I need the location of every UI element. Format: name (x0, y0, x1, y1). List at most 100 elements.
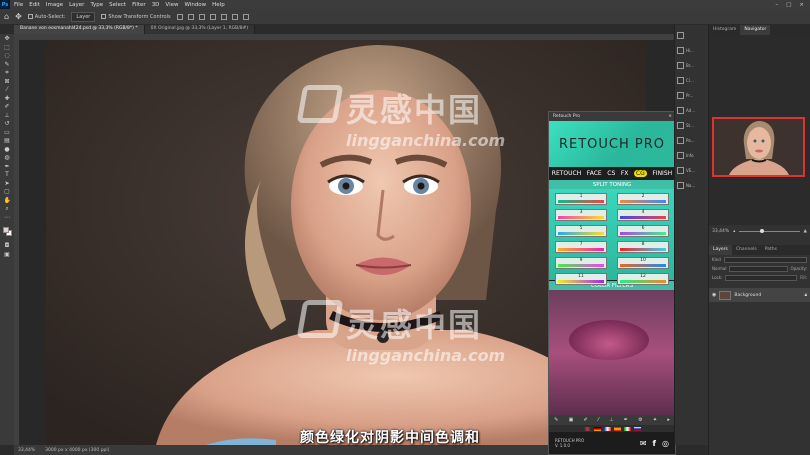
clone-stamp-tool-icon[interactable]: ⊥ (4, 112, 11, 119)
facebook-icon[interactable]: f (653, 439, 656, 448)
menu-help[interactable]: Help (212, 2, 225, 8)
menu-select[interactable]: Select (109, 2, 126, 8)
quick-select-tool-icon[interactable]: ✎ (4, 61, 11, 68)
menu-filter[interactable]: Filter (132, 2, 146, 8)
type-tool-icon[interactable]: T (4, 172, 11, 178)
align-top-icon[interactable] (209, 13, 216, 20)
lasso-tool-icon[interactable]: ◌ (4, 53, 11, 59)
history-brush-tool-icon[interactable]: ↺ (4, 121, 11, 127)
blend-mode-box[interactable] (729, 265, 788, 272)
split-toning-button-11[interactable]: 11 (555, 273, 607, 285)
dock-item-navigator[interactable]: Na... (677, 179, 706, 192)
flag-uk-icon[interactable] (583, 426, 591, 431)
navigator-thumbnail[interactable] (712, 117, 805, 177)
instagram-icon[interactable]: ◎ (662, 439, 669, 448)
nav-cs[interactable]: CS (607, 170, 615, 177)
eraser-tool-icon[interactable]: ▭ (4, 129, 11, 136)
blur-tool-icon[interactable]: ● (4, 146, 11, 153)
play-icon[interactable]: ▸ (667, 417, 670, 423)
frame-tool-icon[interactable]: ⊠ (4, 78, 11, 85)
split-toning-button-9[interactable]: 9 (555, 257, 607, 269)
dodge-tool-icon[interactable]: ◍ (4, 155, 11, 161)
split-toning-button-8[interactable]: 8 (617, 241, 669, 253)
layer-kind-filter[interactable] (723, 256, 807, 263)
more-tools-icon[interactable]: ⋯ (4, 214, 11, 221)
crop-tool-icon[interactable]: ⌗ (4, 70, 11, 76)
dock-item-info[interactable]: Info (677, 149, 706, 162)
split-toning-button-4[interactable]: 4 (617, 209, 669, 221)
menu-window[interactable]: Window (184, 2, 206, 8)
split-toning-button-12[interactable]: 12 (617, 273, 669, 285)
layer-name[interactable]: Background (734, 293, 761, 298)
zoom-in-icon[interactable]: ▲ (804, 229, 807, 234)
mail-icon[interactable]: ✉ (640, 439, 647, 448)
nav-fx[interactable]: FX (621, 170, 629, 177)
flag-fr-icon[interactable] (603, 426, 611, 431)
align-right-icon[interactable] (198, 13, 205, 20)
dock-item-styles[interactable]: St... (677, 119, 706, 132)
flag-es-icon[interactable] (613, 426, 621, 431)
eyedropper-tool-icon[interactable]: ⁄ (4, 87, 11, 93)
split-toning-button-7[interactable]: 7 (555, 241, 607, 253)
healing-tool-icon[interactable]: ✚ (4, 95, 11, 102)
tab-document-2[interactable]: 0X Original.jpg @ 33,3% (Layer 1, RGB/8#… (144, 25, 256, 34)
menu-3d[interactable]: 3D (152, 2, 160, 8)
gradient-tool-icon[interactable]: ▤ (4, 138, 11, 144)
retouch-pro-close-button[interactable]: × (668, 114, 672, 119)
distribute-icon[interactable] (242, 13, 249, 20)
home-icon[interactable]: ⌂ (4, 12, 9, 21)
brush-tool-icon[interactable]: ✐ (4, 104, 11, 110)
zoom-out-icon[interactable]: ▴ (733, 229, 735, 234)
align-left-icon[interactable] (176, 13, 183, 20)
menu-file[interactable]: File (14, 2, 23, 8)
dock-item-history[interactable]: Hi... (677, 44, 706, 57)
settings-icon[interactable]: ⚙ (638, 417, 642, 423)
pin-icon[interactable]: ✦ (653, 417, 657, 423)
navigator-zoom-value[interactable]: 33,44% (712, 229, 729, 234)
close-button[interactable]: × (799, 2, 804, 8)
tab-layers[interactable]: Layers (709, 245, 732, 255)
minimize-button[interactable]: – (775, 2, 778, 8)
menu-view[interactable]: View (165, 2, 178, 8)
blend-mode-select[interactable]: Normal (712, 266, 726, 271)
tab-document-1[interactable]: Banane von eosmanahl424.psd @ 33,3% (RGB… (14, 25, 145, 34)
maximize-button[interactable]: □ (786, 2, 791, 8)
pen-icon[interactable]: ✐ (584, 417, 588, 423)
dock-item-clone[interactable]: Cl... (677, 74, 706, 87)
retouch-pro-titlebar[interactable]: Retouch Pro × (549, 112, 675, 121)
split-toning-button-6[interactable]: 6 (617, 225, 669, 237)
layer-row-background[interactable]: ◉ Background 🔒︎ (709, 288, 810, 302)
dock-item-play[interactable] (677, 29, 706, 42)
path-select-tool-icon[interactable]: ➤ (4, 180, 11, 187)
menu-edit[interactable]: Edit (29, 2, 40, 8)
stamp-icon[interactable]: ⊥ (609, 417, 613, 423)
align-middle-icon[interactable] (220, 13, 227, 20)
flag-de-icon[interactable] (593, 426, 601, 431)
zoom-level[interactable]: 33,44% (18, 448, 35, 453)
marquee-tool-icon[interactable]: ⬚ (4, 44, 11, 51)
zoom-tool-icon[interactable]: ⌕ (4, 206, 11, 212)
dock-item-adjust[interactable]: Ad... (677, 104, 706, 117)
lock-options[interactable] (725, 274, 798, 281)
move-tool-icon[interactable]: ✥ (4, 36, 11, 42)
tab-histogram[interactable]: Histogram (709, 25, 740, 35)
nav-retouch[interactable]: RETOUCH (552, 170, 581, 177)
color-filters-preview[interactable] (549, 290, 675, 415)
eyedropper-icon[interactable]: ✒ (624, 417, 628, 423)
tab-navigator[interactable]: Navigator (740, 25, 771, 35)
tab-channels[interactable]: Channels (732, 245, 761, 255)
split-toning-button-5[interactable]: 5 (555, 225, 607, 237)
dock-item-brush[interactable]: Br... (677, 59, 706, 72)
flag-it-icon[interactable] (623, 426, 631, 431)
visibility-eye-icon[interactable]: ◉ (712, 292, 716, 298)
navigator-zoom-slider[interactable] (739, 228, 800, 233)
zoom-slider-knob[interactable] (760, 228, 765, 233)
shape-tool-icon[interactable]: ▢ (4, 189, 11, 195)
tab-paths[interactable]: Paths (761, 245, 781, 255)
wand-icon[interactable]: ⁄ (598, 417, 599, 423)
brush-icon[interactable]: ✎ (554, 417, 558, 423)
pen-tool-icon[interactable]: ✒ (4, 163, 11, 170)
auto-select-checkbox[interactable]: Auto-Select: (27, 13, 65, 20)
screen-mode-icon[interactable]: ▣ (4, 251, 11, 258)
document-info[interactable]: 3000 px x 4000 px (300 ppi) (45, 448, 109, 453)
